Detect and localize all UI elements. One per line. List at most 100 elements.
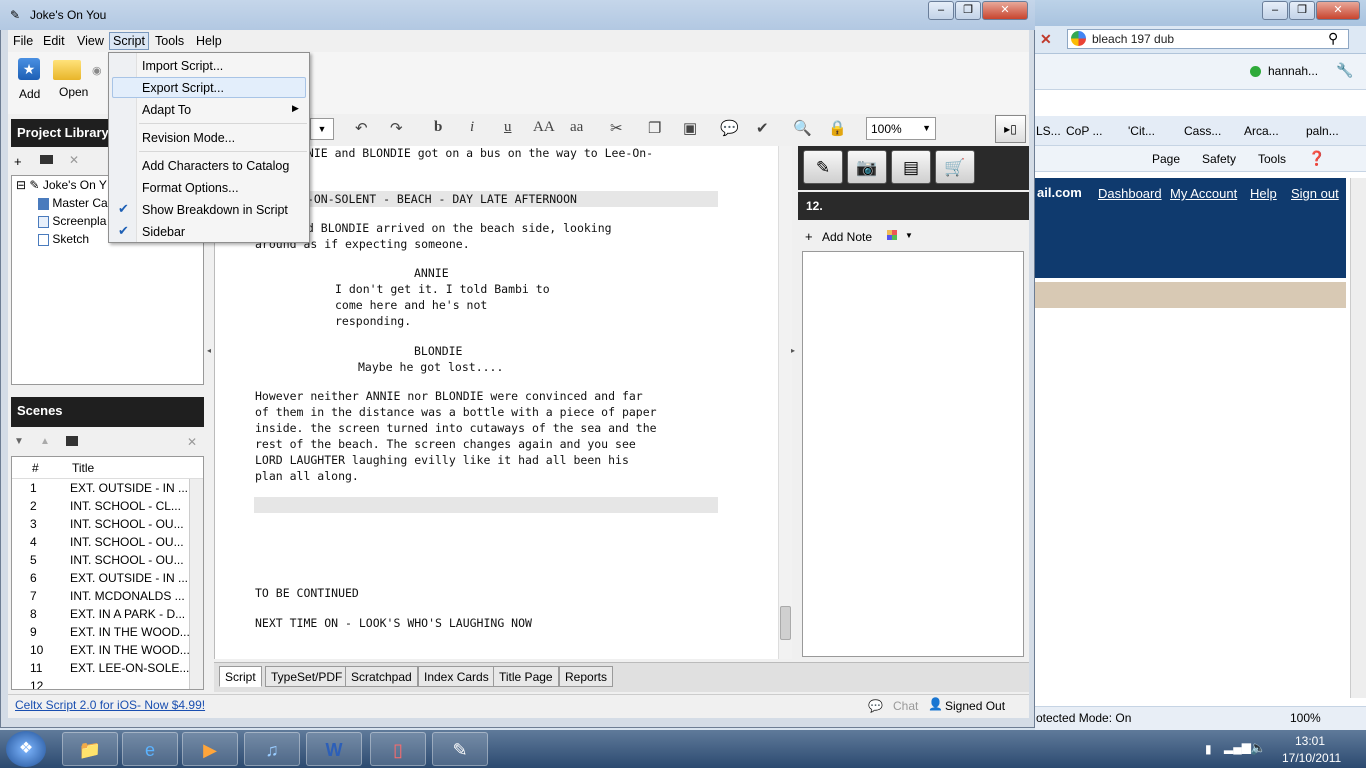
editor-scrollbar[interactable] xyxy=(778,146,792,659)
volume-icon[interactable]: 🔈 xyxy=(1250,740,1266,756)
bold-icon[interactable]: b xyxy=(434,119,442,136)
zoom-select[interactable]: 100% ▼ xyxy=(866,117,936,140)
ie-safety-menu[interactable]: Safety xyxy=(1202,152,1236,166)
scroll-thumb[interactable] xyxy=(780,606,791,640)
add-note-plus-icon[interactable]: + xyxy=(805,229,813,244)
my-account-link[interactable]: My Account xyxy=(1170,186,1237,201)
table-row[interactable]: 12 xyxy=(12,679,190,689)
lowercase-icon[interactable]: aa xyxy=(570,119,583,136)
add-button[interactable]: Add xyxy=(19,87,40,101)
clock-date[interactable]: 17/10/2011 xyxy=(1282,751,1341,765)
media-tab-camera-icon[interactable]: 📷 xyxy=(847,150,887,184)
table-row[interactable]: 10 EXT. IN THE WOOD... xyxy=(12,643,190,661)
show-breakdown-item[interactable]: Show Breakdown in Script xyxy=(142,203,288,217)
format-options-item[interactable]: Format Options... xyxy=(142,181,239,195)
chevron-down-icon[interactable]: ▼ xyxy=(905,231,913,240)
ie-user-name[interactable]: hannah... xyxy=(1268,64,1318,78)
start-button-windows-icon[interactable]: ❖ xyxy=(6,731,46,767)
add-item-icon[interactable]: + xyxy=(14,154,22,169)
ie-zoom-level[interactable]: 100% xyxy=(1290,711,1321,725)
favorite-item[interactable]: paln... xyxy=(1306,124,1339,138)
menu-tools[interactable]: Tools xyxy=(155,34,184,48)
table-row[interactable]: 6 EXT. OUTSIDE - IN ... xyxy=(12,571,190,589)
export-script-item[interactable]: Export Script... xyxy=(142,81,224,95)
notes-tab-pencil-icon[interactable]: ✎ xyxy=(803,150,843,184)
table-row[interactable]: 11 EXT. LEE-ON-SOLE... xyxy=(12,661,190,679)
adapt-to-item[interactable]: Adapt To xyxy=(142,103,191,117)
favorite-item[interactable]: 'Cit... xyxy=(1128,124,1155,138)
copy-icon[interactable]: ❐ xyxy=(648,119,661,137)
details-tab-document-icon[interactable]: ▤ xyxy=(891,150,931,184)
table-row[interactable]: 8 EXT. IN A PARK - D... xyxy=(12,607,190,625)
favorite-item[interactable]: CoP ... xyxy=(1066,124,1102,138)
tab-reports[interactable]: Reports xyxy=(559,666,614,687)
new-folder-icon[interactable] xyxy=(40,155,53,164)
add-note-button[interactable]: Add Note xyxy=(822,230,872,244)
italic-icon[interactable]: i xyxy=(470,119,474,136)
help-link[interactable]: Help xyxy=(1250,186,1277,201)
merge-scenes-icon[interactable] xyxy=(66,436,78,446)
tree-project[interactable]: ⊟ ✎ Joke's On Y xyxy=(16,178,107,192)
open-button[interactable]: Open xyxy=(59,85,88,99)
color-picker-icon[interactable] xyxy=(887,230,897,240)
element-type-dropdown[interactable]: ▼ xyxy=(310,118,334,140)
scene-delete-icon[interactable]: ✕ xyxy=(187,435,197,449)
col-title[interactable]: Title xyxy=(72,461,94,475)
undo-icon[interactable]: ↶ xyxy=(355,119,368,137)
promo-link[interactable]: Celtx Script 2.0 for iOS- Now $4.99! xyxy=(15,698,205,712)
ie-stop-icon[interactable]: ✕ xyxy=(1040,31,1052,48)
ie-scrollbar[interactable] xyxy=(1350,178,1366,698)
help-icon[interactable]: ❓ xyxy=(1308,150,1325,167)
ie-minimize-button[interactable]: – xyxy=(1262,1,1288,20)
table-row[interactable]: 4 INT. SCHOOL - OU... xyxy=(12,535,190,553)
sidebar-item[interactable]: Sidebar xyxy=(142,225,185,239)
ie-tools-menu[interactable]: Tools xyxy=(1258,152,1286,166)
folder-icon[interactable] xyxy=(53,60,81,80)
chat-button[interactable]: Chat xyxy=(893,699,918,713)
table-row[interactable]: 7 INT. MCDONALDS ... xyxy=(12,589,190,607)
delete-icon[interactable]: ✕ xyxy=(69,153,79,167)
tab-script[interactable]: Script xyxy=(219,666,262,687)
table-row[interactable]: 9 EXT. IN THE WOOD... xyxy=(12,625,190,643)
itunes-icon[interactable]: ♫ xyxy=(244,732,300,766)
tab-title-page[interactable]: Title Page xyxy=(493,666,559,687)
breakdown-tab-cart-icon[interactable]: 🛒 xyxy=(935,150,975,184)
table-row[interactable]: 3 INT. SCHOOL - OU... xyxy=(12,517,190,535)
tree-screenplay[interactable]: Screenpla xyxy=(38,214,106,228)
table-row[interactable]: 5 INT. SCHOOL - OU... xyxy=(12,553,190,571)
signed-out-status[interactable]: Signed Out xyxy=(945,699,1005,713)
uppercase-icon[interactable]: AA xyxy=(533,119,555,136)
collapse-left-icon[interactable]: ◂ xyxy=(207,346,211,355)
ie-page-menu[interactable]: Page xyxy=(1152,152,1180,166)
favorite-item[interactable]: LS... xyxy=(1036,124,1061,138)
ie-search-input[interactable]: bleach 197 dub xyxy=(1067,29,1349,49)
notes-area[interactable] xyxy=(802,251,1024,657)
sign-out-link[interactable]: Sign out xyxy=(1291,186,1339,201)
add-icon[interactable]: ★ xyxy=(18,58,40,80)
menu-script[interactable]: Script xyxy=(109,32,149,50)
menu-help[interactable]: Help xyxy=(196,34,222,48)
tab-scratchpad[interactable]: Scratchpad xyxy=(345,666,418,687)
toggle-sidebar-button[interactable]: ▸▯ xyxy=(995,115,1026,143)
minimize-button[interactable]: – xyxy=(928,1,954,20)
cut-icon[interactable]: ✂ xyxy=(610,119,623,137)
word-icon[interactable]: W xyxy=(306,732,362,766)
expand-icon[interactable]: ⊟ xyxy=(16,178,26,192)
lock-icon[interactable]: 🔒 xyxy=(828,119,847,137)
menu-file[interactable]: File xyxy=(13,34,33,48)
menu-view[interactable]: View xyxy=(77,34,104,48)
eye-icon[interactable]: ◉ xyxy=(92,64,102,77)
maximize-button[interactable]: ❐ xyxy=(955,1,981,20)
ie-maximize-button[interactable]: ❐ xyxy=(1289,1,1315,20)
collapse-right-icon[interactable]: ▸ xyxy=(791,346,795,355)
battery-icon[interactable]: ▮ xyxy=(1205,742,1212,756)
col-number[interactable]: # xyxy=(32,461,39,475)
comment-icon[interactable]: 💬 xyxy=(720,119,739,137)
favorite-item[interactable]: Cass... xyxy=(1184,124,1221,138)
tab-index-cards[interactable]: Index Cards xyxy=(418,666,495,687)
close-button[interactable]: ✕ xyxy=(982,1,1028,20)
redo-icon[interactable]: ↷ xyxy=(390,119,403,137)
revision-mode-item[interactable]: Revision Mode... xyxy=(142,131,235,145)
table-row[interactable]: 1 EXT. OUTSIDE - IN ... xyxy=(12,481,190,499)
spellcheck-icon[interactable]: ✔ xyxy=(756,119,769,137)
